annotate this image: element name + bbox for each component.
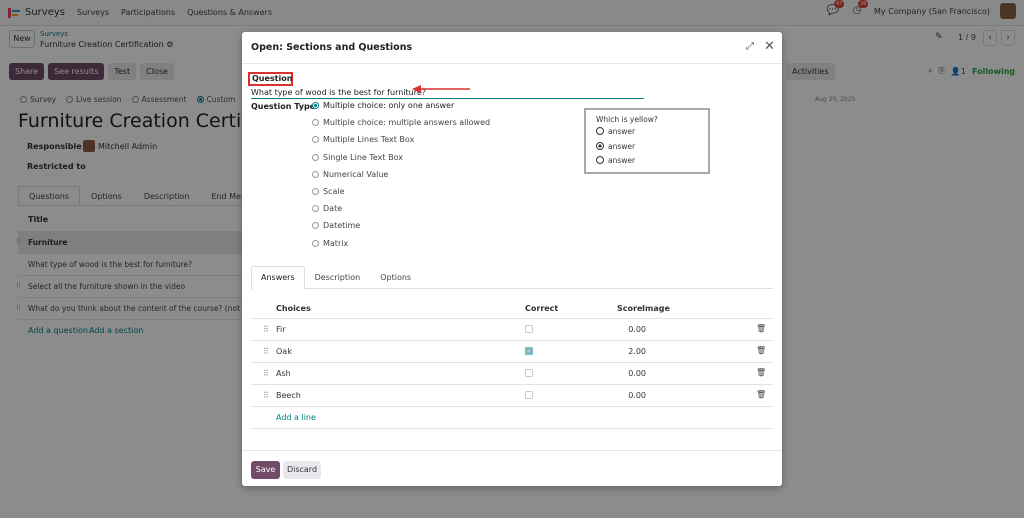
score-value[interactable]: 0.00 bbox=[601, 369, 646, 378]
question-type-option[interactable]: Datetime bbox=[312, 221, 490, 238]
tab-description[interactable]: Description bbox=[305, 266, 371, 288]
expand-icon[interactable]: ⤢ bbox=[746, 41, 754, 52]
preview-answer: answer bbox=[596, 140, 698, 155]
tab-options[interactable]: Options bbox=[370, 266, 421, 288]
radio-icon bbox=[312, 170, 319, 178]
save-button[interactable]: Save bbox=[251, 461, 280, 479]
score-value[interactable]: 0.00 bbox=[601, 325, 646, 334]
column-image[interactable]: Image bbox=[642, 304, 670, 313]
question-type-label-text: Scale bbox=[323, 186, 345, 196]
question-type-option[interactable]: Date bbox=[312, 204, 490, 221]
trash-icon[interactable]: 🗑 bbox=[756, 324, 766, 333]
table-row[interactable]: ⠿ Ash 0.00 🗑 bbox=[251, 362, 773, 384]
dialog-title: Open: Sections and Questions bbox=[251, 42, 413, 53]
question-type-label-text: Single Line Text Box bbox=[323, 152, 403, 162]
preview-answer: answer bbox=[596, 154, 698, 169]
choice-value[interactable]: Beech bbox=[276, 391, 301, 400]
question-type-option[interactable]: Multiple Lines Text Box bbox=[312, 135, 490, 152]
question-type-label: Question Type bbox=[251, 102, 316, 111]
drag-handle-icon[interactable]: ⠿ bbox=[263, 347, 269, 356]
question-type-option[interactable]: Multiple choice: multiple answers allowe… bbox=[312, 118, 490, 135]
choice-value[interactable]: Ash bbox=[276, 369, 291, 378]
question-type-option[interactable]: Multiple choice: only one answer bbox=[312, 101, 490, 118]
correct-checkbox[interactable] bbox=[525, 325, 533, 333]
annotation-arrow-icon bbox=[412, 85, 470, 93]
question-type-option[interactable]: Matrix bbox=[312, 239, 490, 256]
preview-title: Which is yellow? bbox=[596, 115, 658, 124]
table-row[interactable]: ⠿ Beech 0.00 🗑 bbox=[251, 384, 773, 406]
question-type-label-text: Multiple Lines Text Box bbox=[323, 135, 415, 145]
dialog-header: Open: Sections and Questions ⤢ ✕ bbox=[242, 32, 782, 64]
radio-icon bbox=[596, 156, 604, 164]
radio-selected-icon bbox=[312, 102, 319, 109]
trash-icon[interactable]: 🗑 bbox=[756, 368, 766, 377]
tab-answers[interactable]: Answers bbox=[251, 266, 305, 290]
radio-icon bbox=[596, 127, 604, 135]
add-line-row: Add a line bbox=[251, 406, 773, 428]
question-type-option[interactable]: Numerical Value bbox=[312, 170, 490, 187]
score-value[interactable]: 0.00 bbox=[601, 391, 646, 400]
question-type-label-text: Multiple choice: multiple answers allowe… bbox=[323, 118, 491, 128]
drag-handle-icon[interactable]: ⠿ bbox=[263, 369, 269, 378]
question-type-label-text: Numerical Value bbox=[323, 169, 389, 179]
dialog-tabs: Answers Description Options bbox=[251, 266, 773, 290]
question-type-preview: Which is yellow? answer answer answer bbox=[584, 108, 710, 174]
correct-checkbox[interactable] bbox=[525, 369, 533, 377]
radio-icon bbox=[312, 205, 319, 213]
add-line-link[interactable]: Add a line bbox=[276, 413, 316, 422]
column-correct[interactable]: Correct bbox=[525, 304, 558, 313]
column-choices[interactable]: Choices bbox=[276, 304, 311, 313]
discard-button[interactable]: Discard bbox=[283, 461, 321, 479]
radio-icon bbox=[312, 136, 319, 144]
preview-answer-label: answer bbox=[608, 141, 636, 151]
preview-answer-label: answer bbox=[608, 156, 636, 165]
radio-icon bbox=[312, 153, 319, 161]
radio-icon bbox=[312, 119, 319, 127]
close-icon[interactable]: ✕ bbox=[764, 39, 775, 54]
radio-icon bbox=[312, 239, 319, 247]
preview-answer: answer bbox=[596, 125, 698, 140]
table-row[interactable]: ⠿ Oak ✓ 2.00 🗑 bbox=[251, 340, 773, 362]
trash-icon[interactable]: 🗑 bbox=[756, 346, 766, 355]
drag-handle-icon[interactable]: ⠿ bbox=[263, 325, 269, 334]
trash-icon[interactable]: 🗑 bbox=[756, 390, 766, 399]
radio-selected-icon bbox=[596, 141, 604, 150]
table-row[interactable]: ⠿ Fir 0.00 🗑 bbox=[251, 318, 773, 340]
choice-value[interactable]: Fir bbox=[276, 325, 286, 334]
dialog-footer: Save Discard bbox=[242, 450, 782, 486]
question-type-option[interactable]: Single Line Text Box bbox=[312, 153, 490, 170]
question-type-radio-group: Multiple choice: only one answer Multipl… bbox=[312, 101, 490, 256]
sections-questions-dialog: Open: Sections and Questions ⤢ ✕ Questio… bbox=[242, 32, 782, 486]
radio-icon bbox=[312, 187, 319, 195]
question-type-label-text: Datetime bbox=[323, 221, 361, 231]
preview-answer-label: answer bbox=[608, 127, 636, 136]
radio-icon bbox=[312, 222, 319, 230]
score-value[interactable]: 2.00 bbox=[601, 347, 646, 356]
question-type-label-text: Multiple choice: only one answer bbox=[323, 101, 455, 110]
question-label: Question bbox=[248, 72, 293, 86]
choice-value[interactable]: Oak bbox=[276, 347, 292, 356]
table-footer-row bbox=[251, 428, 773, 450]
question-type-option[interactable]: Scale bbox=[312, 187, 490, 204]
column-score[interactable]: Score bbox=[617, 304, 642, 313]
question-type-label-text: Date bbox=[323, 204, 343, 214]
correct-checkbox[interactable] bbox=[525, 391, 533, 399]
drag-handle-icon[interactable]: ⠿ bbox=[263, 391, 269, 400]
correct-checkbox-checked[interactable]: ✓ bbox=[525, 347, 533, 355]
question-type-label-text: Matrix bbox=[323, 238, 349, 248]
